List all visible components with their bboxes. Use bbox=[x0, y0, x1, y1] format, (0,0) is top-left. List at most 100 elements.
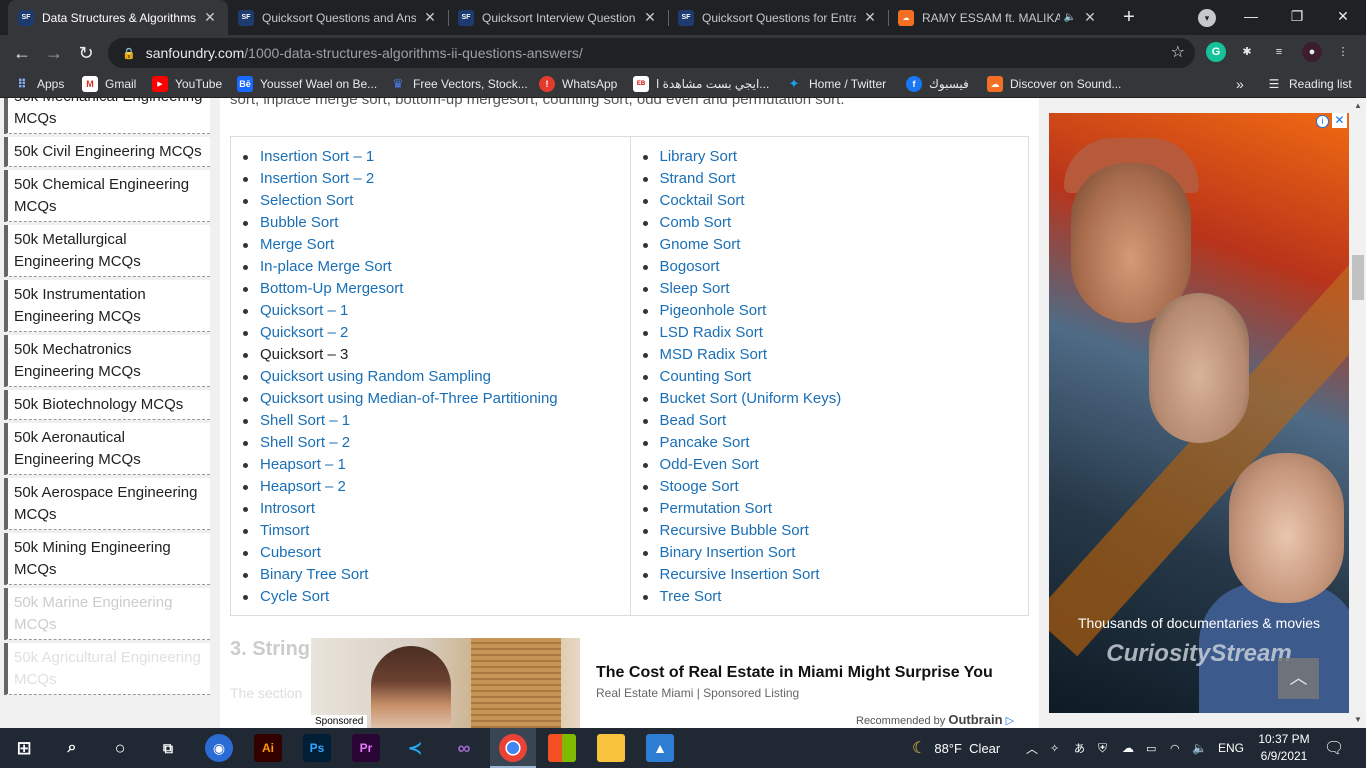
task-view-icon[interactable]: ⧉ bbox=[154, 734, 182, 762]
topic-link[interactable]: Shell Sort – 1 bbox=[260, 412, 350, 429]
scroll-to-top-button[interactable]: ︿ bbox=[1278, 658, 1319, 699]
bookmark-star-icon[interactable]: ☆ bbox=[1171, 42, 1185, 62]
chrome-icon[interactable] bbox=[499, 734, 527, 762]
topic-link[interactable]: Cycle Sort bbox=[260, 588, 329, 605]
page-scrollbar[interactable]: ▲ ▼ bbox=[1350, 98, 1366, 728]
restore-button[interactable]: ❐ bbox=[1274, 0, 1320, 32]
curiositystream-ad[interactable]: Thousands of documentaries & movies Curi… bbox=[1049, 113, 1349, 713]
scroll-down-arrow-icon[interactable]: ▼ bbox=[1350, 712, 1366, 728]
forward-button[interactable]: → bbox=[41, 40, 67, 66]
bookmark-behance[interactable]: Bē Youssef Wael on Be... bbox=[237, 75, 377, 93]
sidebar-item-mining[interactable]: 50k Mining Engineering MCQs bbox=[4, 533, 210, 585]
sidebar-item-metallurgical[interactable]: 50k Metallurgical Engineering MCQs bbox=[4, 225, 210, 277]
ad-close-icon[interactable]: ✕ bbox=[1332, 113, 1347, 128]
sidebar-item-agricultural[interactable]: 50k Agricultural Engineering MCQs bbox=[4, 643, 210, 695]
speaker-icon[interactable]: 🔈 bbox=[1064, 12, 1076, 23]
adchoices-icon[interactable]: i bbox=[1316, 115, 1329, 128]
sponsored-ad-image[interactable]: Sponsored bbox=[311, 638, 580, 728]
reload-button[interactable]: ↻ bbox=[73, 40, 99, 66]
topic-link[interactable]: Counting Sort bbox=[660, 368, 752, 385]
topic-link[interactable]: Binary Tree Sort bbox=[260, 566, 368, 583]
sidebar-item-mechanical[interactable]: 50k Mechanical Engineering MCQs bbox=[4, 98, 210, 134]
bookmark-soundcloud[interactable]: ☁ Discover on Sound... bbox=[987, 75, 1121, 93]
sidebar-item-instrumentation[interactable]: 50k Instrumentation Engineering MCQs bbox=[4, 280, 210, 332]
topic-link[interactable]: Gnome Sort bbox=[660, 236, 741, 253]
bookmark-egybest[interactable]: EB ايجي بست مشاهدة ا... bbox=[633, 75, 769, 93]
microsoft-store-icon[interactable] bbox=[548, 734, 576, 762]
topic-link[interactable]: Bottom-Up Mergesort bbox=[260, 280, 403, 297]
bookmark-youtube[interactable]: ▶ YouTube bbox=[152, 75, 222, 93]
onedrive-cloud-icon[interactable]: ☁ bbox=[1122, 728, 1134, 768]
bookmark-freepik[interactable]: ♛ Free Vectors, Stock... bbox=[390, 75, 528, 93]
topic-link[interactable]: Bead Sort bbox=[660, 412, 727, 429]
sidebar-item-mechatronics[interactable]: 50k Mechatronics Engineering MCQs bbox=[4, 335, 210, 387]
topic-link[interactable]: Permutation Sort bbox=[660, 500, 773, 517]
sidebar-item-marine[interactable]: 50k Marine Engineering MCQs bbox=[4, 588, 210, 640]
profile-avatar[interactable]: ● bbox=[1302, 42, 1322, 62]
topic-link[interactable]: Bucket Sort (Uniform Keys) bbox=[660, 390, 842, 407]
more-bookmarks-button[interactable]: » bbox=[1236, 75, 1244, 93]
battery-icon[interactable]: ▭ bbox=[1146, 728, 1156, 768]
topic-link[interactable]: Insertion Sort – 2 bbox=[260, 170, 374, 187]
topic-link[interactable]: Quicksort using Random Sampling bbox=[260, 368, 491, 385]
topic-link[interactable]: Sleep Sort bbox=[660, 280, 730, 297]
lock-icon[interactable]: 🔒 bbox=[122, 47, 136, 60]
security-shield-icon[interactable]: ⛨ bbox=[1098, 728, 1107, 768]
photoshop-express-icon[interactable]: ◉ bbox=[205, 734, 233, 762]
weather-widget[interactable]: ☾ 88°F Clear bbox=[912, 728, 1000, 768]
premiere-pro-icon[interactable]: Pr bbox=[352, 734, 380, 762]
back-button[interactable]: ← bbox=[9, 40, 35, 66]
tab-soundcloud[interactable]: ☁ RAMY ESSAM ft. MALIKA 🔈 ✕ bbox=[888, 0, 1108, 35]
topic-link[interactable]: Binary Insertion Sort bbox=[660, 544, 796, 561]
tab-data-structures[interactable]: SF Data Structures & Algorithms ✕ bbox=[8, 0, 228, 35]
new-tab-button[interactable]: + bbox=[1118, 6, 1140, 28]
topic-link[interactable]: Quicksort – 3 bbox=[260, 346, 348, 363]
search-icon[interactable]: ⌕ bbox=[58, 734, 86, 762]
topic-link[interactable]: Cubesort bbox=[260, 544, 321, 561]
topic-link[interactable]: Comb Sort bbox=[660, 214, 732, 231]
wifi-icon[interactable]: ◠ bbox=[1170, 728, 1180, 768]
close-tab-icon[interactable]: ✕ bbox=[422, 9, 438, 26]
sidebar-item-civil[interactable]: 50k Civil Engineering MCQs bbox=[4, 137, 210, 167]
close-tab-icon[interactable]: ✕ bbox=[862, 9, 878, 26]
bookmark-gmail[interactable]: M Gmail bbox=[82, 75, 136, 93]
scrollbar-thumb[interactable] bbox=[1352, 255, 1364, 300]
topic-link[interactable]: Recursive Bubble Sort bbox=[660, 522, 809, 539]
topic-link[interactable]: Shell Sort – 2 bbox=[260, 434, 350, 451]
chrome-menu-icon[interactable]: ⋮ bbox=[1333, 42, 1353, 62]
topic-link[interactable]: Tree Sort bbox=[660, 588, 722, 605]
topic-link[interactable]: Strand Sort bbox=[660, 170, 736, 187]
sidebar-item-biotechnology[interactable]: 50k Biotechnology MCQs bbox=[4, 390, 210, 420]
close-tab-icon[interactable]: ✕ bbox=[1082, 9, 1098, 26]
topic-link[interactable]: Introsort bbox=[260, 500, 315, 517]
tab-quicksort-questions[interactable]: SF Quicksort Questions and Ans ✕ bbox=[228, 0, 448, 35]
topic-link[interactable]: Recursive Insertion Sort bbox=[660, 566, 820, 583]
show-hidden-icons-button[interactable]: ︿ bbox=[1026, 728, 1038, 768]
topic-link[interactable]: Pancake Sort bbox=[660, 434, 750, 451]
windows-start-icon[interactable]: ⊞ bbox=[10, 734, 38, 762]
topic-link[interactable]: Quicksort using Median-of-Three Partitio… bbox=[260, 390, 558, 407]
close-tab-icon[interactable]: ✕ bbox=[642, 9, 658, 26]
taskbar-clock[interactable]: 10:37 PM 6/9/2021 bbox=[1256, 731, 1312, 765]
photoshop-icon[interactable]: Ps bbox=[303, 734, 331, 762]
topic-link[interactable]: Stooge Sort bbox=[660, 478, 739, 495]
sponsored-ad-title[interactable]: The Cost of Real Estate in Miami Might S… bbox=[596, 664, 993, 682]
sidebar-item-aeronautical[interactable]: 50k Aeronautical Engineering MCQs bbox=[4, 423, 210, 475]
topic-link[interactable]: Odd-Even Sort bbox=[660, 456, 759, 473]
notification-center-icon[interactable]: 🗨 bbox=[1324, 728, 1344, 768]
language-indicator[interactable]: ENG bbox=[1218, 728, 1244, 768]
tab-quicksort-entrance[interactable]: SF Quicksort Questions for Entra ✕ bbox=[668, 0, 888, 35]
bookmark-facebook[interactable]: f فيسبوك bbox=[906, 75, 969, 93]
address-bar[interactable]: 🔒 sanfoundry.com /1000-data-structures-a… bbox=[108, 38, 1195, 68]
input-method-icon[interactable]: あ bbox=[1074, 728, 1085, 768]
cortana-icon[interactable]: ○ bbox=[106, 734, 134, 762]
vscode-icon[interactable]: ≺ bbox=[401, 734, 429, 762]
topic-link[interactable]: Heapsort – 1 bbox=[260, 456, 346, 473]
sidebar-item-aerospace[interactable]: 50k Aerospace Engineering MCQs bbox=[4, 478, 210, 530]
topic-link[interactable]: Timsort bbox=[260, 522, 309, 539]
illustrator-icon[interactable]: Ai bbox=[254, 734, 282, 762]
tray-app-icon[interactable]: ✧ bbox=[1050, 728, 1059, 768]
photos-icon[interactable]: ▲ bbox=[646, 734, 674, 762]
topic-link[interactable]: Heapsort – 2 bbox=[260, 478, 346, 495]
reading-list-button[interactable]: ☰ Reading list bbox=[1266, 75, 1352, 93]
